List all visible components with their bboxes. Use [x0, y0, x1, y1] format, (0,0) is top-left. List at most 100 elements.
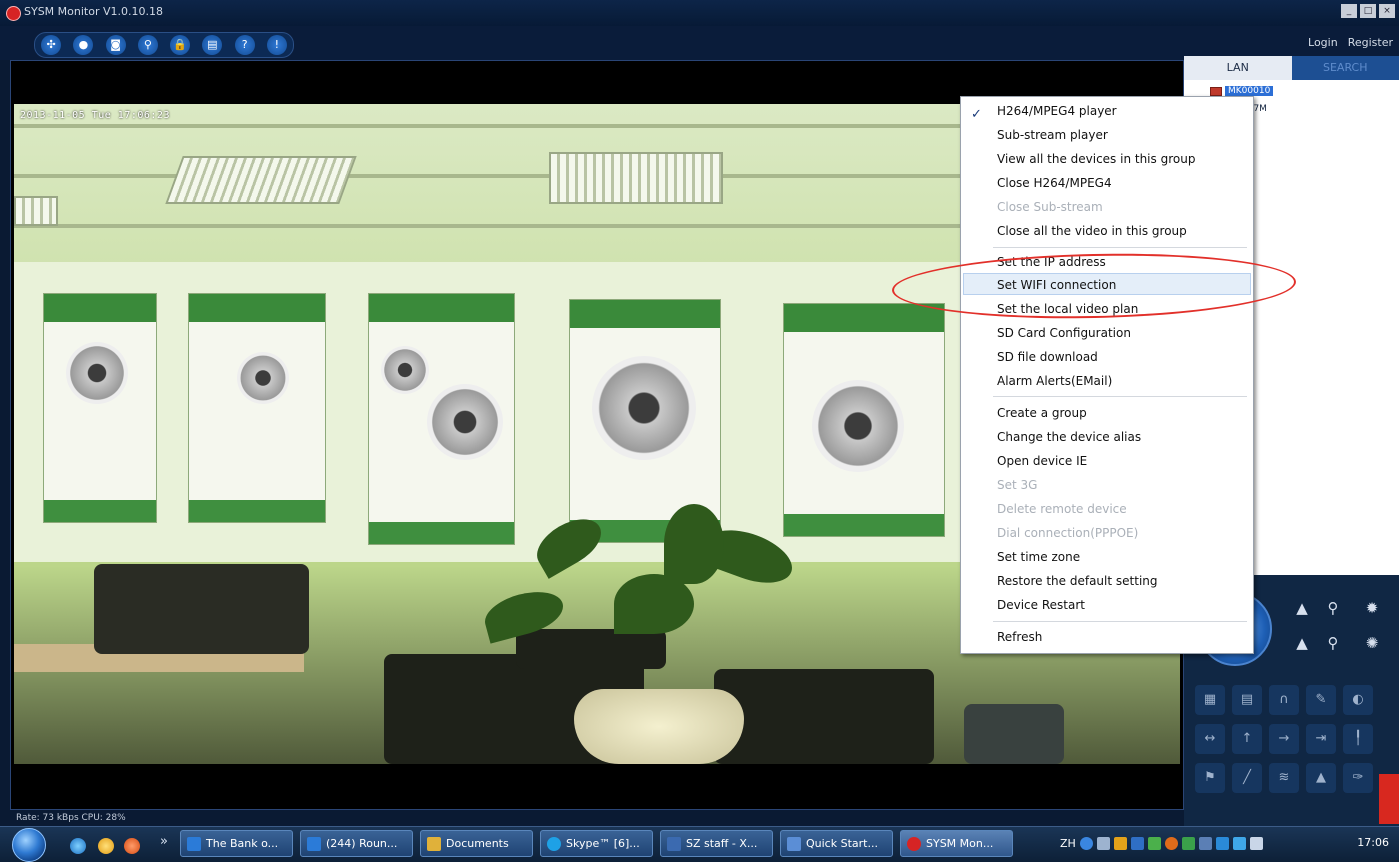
menu-item-alarm-alerts[interactable]: Alarm Alerts(EMail) — [997, 370, 1112, 392]
tab-search[interactable]: SEARCH — [1292, 56, 1399, 80]
taskbar-item[interactable]: Quick Start... — [780, 830, 893, 857]
login-link[interactable]: Login — [1308, 36, 1338, 49]
save-icon[interactable]: ▤ — [202, 35, 222, 55]
window-title: SYSM Monitor V1.0.10.18 — [24, 5, 163, 18]
headphones-icon[interactable]: ∩ — [1269, 685, 1299, 715]
menu-item-set-local-video-plan[interactable]: Set the local video plan — [997, 298, 1138, 320]
sync-tray-icon[interactable] — [1148, 837, 1161, 850]
quicklaunch-overflow-icon[interactable]: » — [160, 834, 168, 849]
quicklaunch-browser-icon[interactable] — [70, 838, 86, 854]
help-icon[interactable]: ? — [235, 35, 255, 55]
record-icon[interactable]: ● — [73, 35, 93, 55]
taskbar-item-label: The Bank o... — [206, 837, 278, 850]
up-arrow-icon[interactable]: ↑ — [1232, 724, 1262, 754]
taskbar-item-label: SYSM Mon... — [926, 837, 993, 850]
film-icon[interactable]: ▤ — [1232, 685, 1262, 715]
register-link[interactable]: Register — [1348, 36, 1393, 49]
wrench-icon[interactable]: ✑ — [1343, 763, 1373, 793]
brightness-up-icon[interactable]: ✹ — [1361, 597, 1383, 619]
menu-item-refresh[interactable]: Refresh — [997, 626, 1042, 648]
user-tray-icon[interactable] — [1114, 837, 1127, 850]
taskbar-item-active[interactable]: SYSM Mon... — [900, 830, 1013, 857]
input-tray-icon[interactable] — [1097, 837, 1110, 850]
info-icon[interactable]: ! — [267, 35, 287, 55]
menu-item-set-wifi-connection[interactable]: Set WIFI connection — [997, 274, 1116, 296]
chat-tray-icon[interactable] — [1216, 837, 1229, 850]
slash-icon[interactable]: ╱ — [1232, 763, 1262, 793]
folder-icon — [427, 837, 441, 851]
brightness-down-icon[interactable]: ✺ — [1361, 632, 1383, 654]
device-label: MK00010 — [1225, 86, 1273, 96]
menu-item-device-restart[interactable]: Device Restart — [997, 594, 1085, 616]
taskbar-clock[interactable]: 17:06 — [1357, 836, 1389, 849]
zoom-reduce-icon[interactable]: ⚲ — [1322, 632, 1344, 654]
menu-item-sd-file-download[interactable]: SD file download — [997, 346, 1098, 368]
app-icon — [6, 6, 21, 21]
office-chair — [714, 669, 934, 764]
warning-icon[interactable]: ▲ — [1306, 763, 1336, 793]
device-item[interactable]: MK00010 — [1210, 86, 1273, 96]
flag-icon[interactable]: ⚑ — [1195, 763, 1225, 793]
browser-icon — [307, 837, 321, 851]
cubicle-partition — [94, 564, 309, 654]
wifi-icon[interactable]: ≋ — [1269, 763, 1299, 793]
shield-tray-icon[interactable] — [1182, 837, 1195, 850]
right-arrow-icon[interactable]: → — [1269, 724, 1299, 754]
close-button[interactable]: × — [1379, 4, 1395, 18]
zoom-in-icon[interactable]: ▲ — [1291, 597, 1313, 619]
menu-item-close-h264[interactable]: Close H264/MPEG4 — [997, 172, 1112, 194]
tools-icon[interactable]: ✎ — [1306, 685, 1336, 715]
taskbar-item[interactable]: (244) Roun... — [300, 830, 413, 857]
zoom-magnify-icon[interactable]: ⚲ — [1322, 597, 1344, 619]
alert-indicator[interactable] — [1379, 774, 1399, 824]
grid-view-icon[interactable]: ▦ — [1195, 685, 1225, 715]
menu-separator — [993, 247, 1247, 248]
search-icon[interactable]: ⚲ — [138, 35, 158, 55]
tab-lan[interactable]: LAN — [1184, 56, 1292, 80]
poster — [44, 294, 156, 522]
taskbar-item-label: (244) Roun... — [326, 837, 397, 850]
skype-tray-icon[interactable] — [1233, 837, 1246, 850]
menu-item-restore-default[interactable]: Restore the default setting — [997, 570, 1158, 592]
power-icon[interactable]: ◐ — [1343, 685, 1373, 715]
menu-item-substream-player[interactable]: Sub-stream player — [997, 124, 1108, 146]
network-tray-icon[interactable] — [1131, 837, 1144, 850]
menu-item-open-device-ie[interactable]: Open device IE — [997, 450, 1087, 472]
volume-tray-icon[interactable] — [1250, 837, 1263, 850]
start-button-icon[interactable] — [12, 828, 46, 862]
fullscreen-icon[interactable]: ✣ — [41, 35, 61, 55]
language-indicator[interactable]: ZH — [1060, 837, 1076, 850]
menu-separator — [993, 396, 1247, 397]
menu-item-close-all-video[interactable]: Close all the video in this group — [997, 220, 1187, 242]
taskbar-item[interactable]: Documents — [420, 830, 533, 857]
quicklaunch-folder-icon[interactable] — [98, 838, 114, 854]
taskbar-item[interactable]: The Bank o... — [180, 830, 293, 857]
taskbar-item[interactable]: Skype™ [6]... — [540, 830, 653, 857]
pin-icon[interactable]: ╿ — [1343, 724, 1373, 754]
menu-item-set-ip-address[interactable]: Set the IP address — [997, 251, 1106, 273]
menu-item-change-device-alias[interactable]: Change the device alias — [997, 426, 1141, 448]
help-tray-icon[interactable] — [1080, 837, 1093, 850]
display-tray-icon[interactable] — [1199, 837, 1212, 850]
menu-item-set-3g: Set 3G — [997, 474, 1037, 496]
minimize-button[interactable]: _ — [1341, 4, 1357, 18]
camera-device-icon — [1210, 87, 1222, 96]
menu-item-view-all-devices[interactable]: View all the devices in this group — [997, 148, 1195, 170]
office-chair — [964, 704, 1064, 764]
context-menu: ✓ H264/MPEG4 player Sub-stream player Vi… — [960, 96, 1254, 654]
zoom-out-icon[interactable]: ▲ — [1291, 632, 1313, 654]
menu-item-delete-remote-device: Delete remote device — [997, 498, 1127, 520]
export-icon[interactable]: ⇥ — [1306, 724, 1336, 754]
quicklaunch-firefox-icon[interactable] — [124, 838, 140, 854]
menu-item-set-time-zone[interactable]: Set time zone — [997, 546, 1080, 568]
menu-item-h264-player[interactable]: H264/MPEG4 player — [997, 100, 1117, 122]
maximize-button[interactable]: □ — [1360, 4, 1376, 18]
arrows-icon[interactable]: ↔ — [1195, 724, 1225, 754]
lock-icon[interactable]: 🔒 — [170, 35, 190, 55]
menu-item-create-group[interactable]: Create a group — [997, 402, 1087, 424]
update-tray-icon[interactable] — [1165, 837, 1178, 850]
camera-snapshot-icon[interactable]: ◙ — [106, 35, 126, 55]
taskbar-item-label: SZ staff - X... — [686, 837, 757, 850]
menu-item-sd-card-configuration[interactable]: SD Card Configuration — [997, 322, 1131, 344]
taskbar-item[interactable]: SZ staff - X... — [660, 830, 773, 857]
